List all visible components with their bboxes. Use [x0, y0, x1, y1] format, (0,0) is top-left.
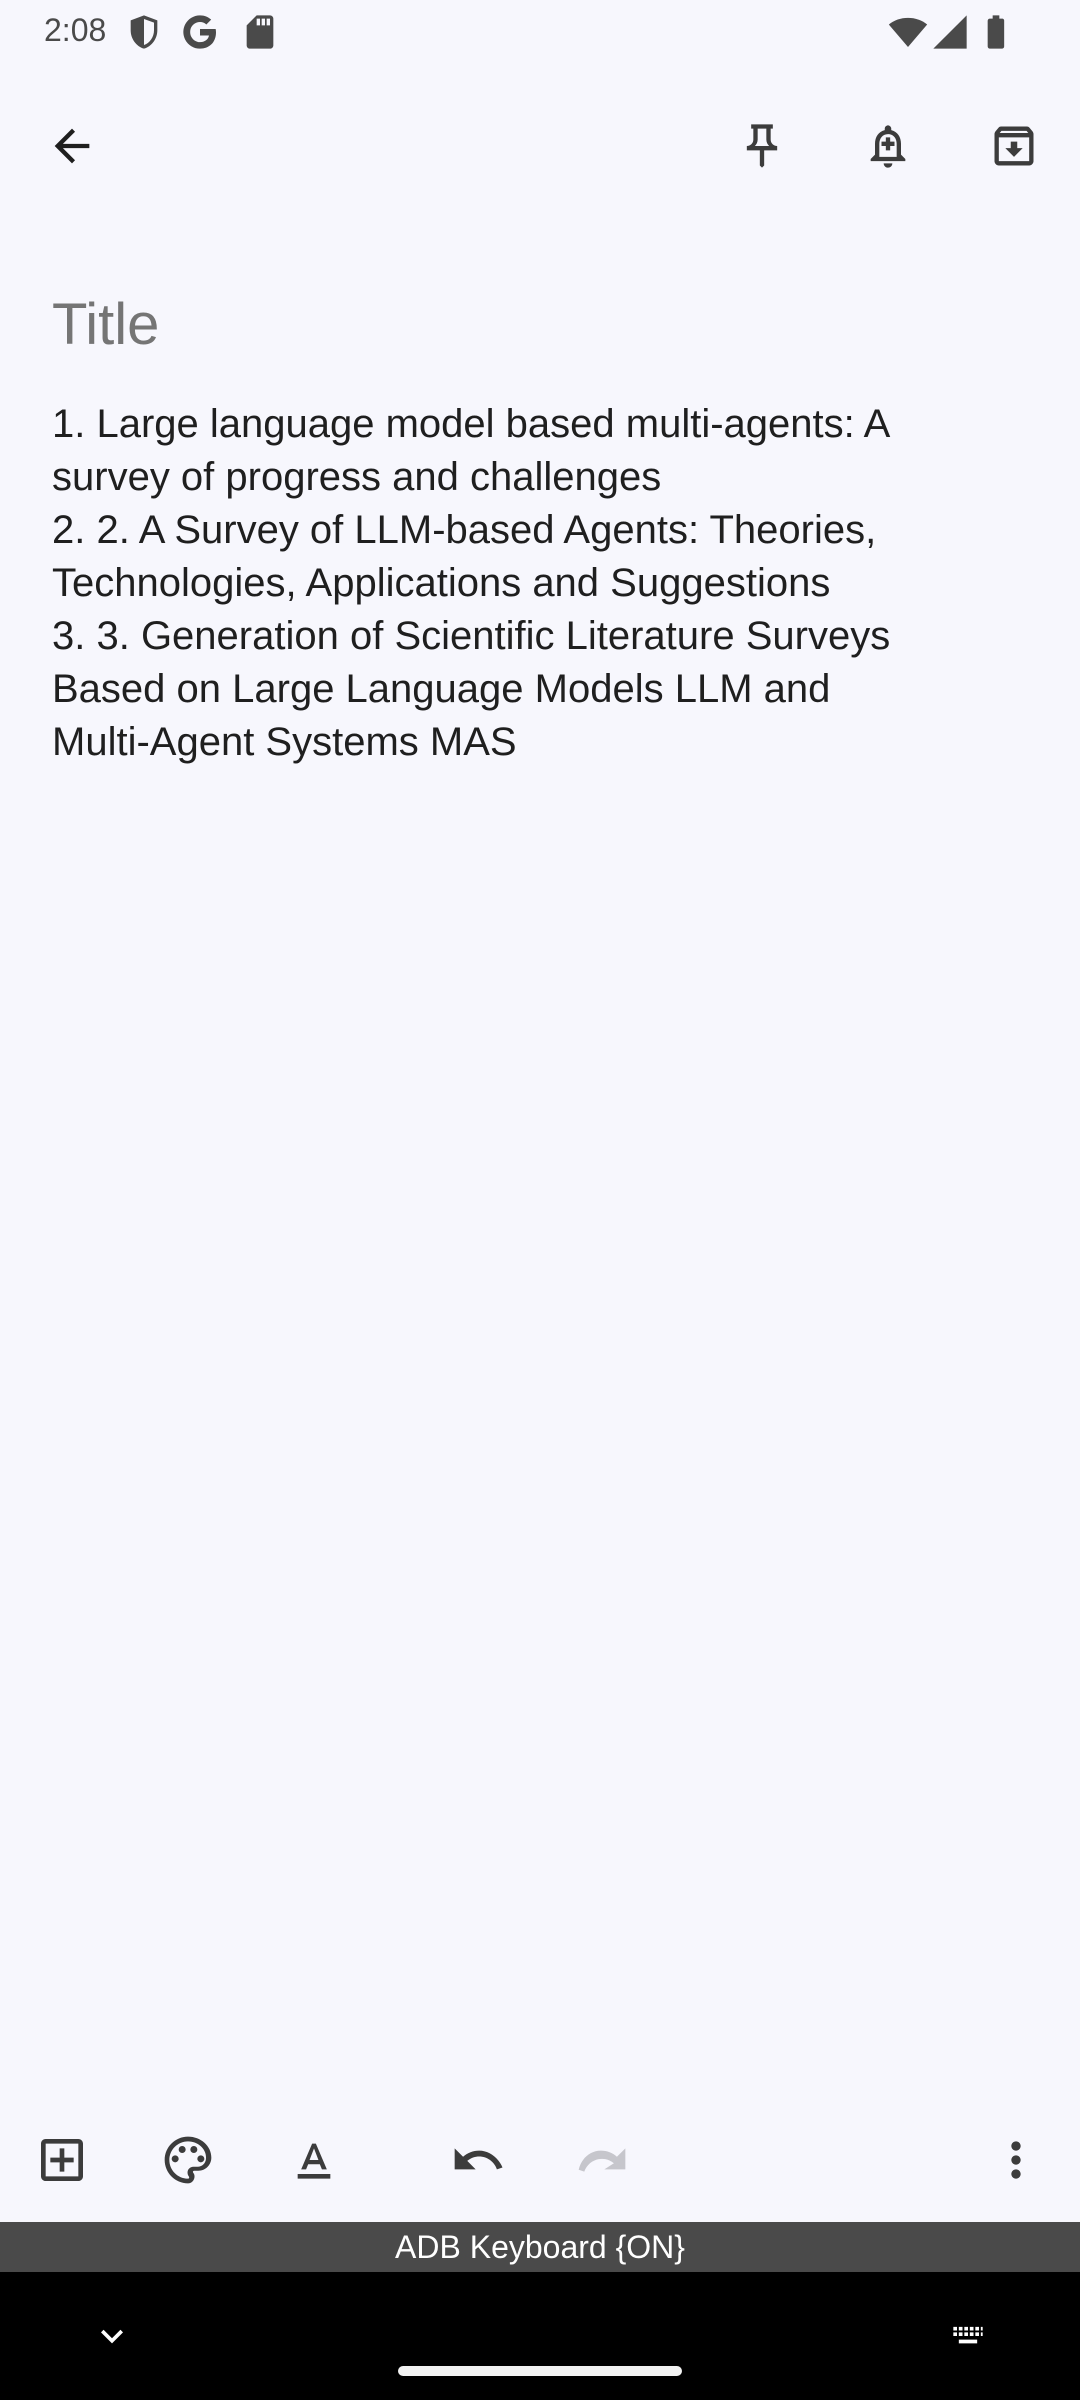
hide-keyboard-button[interactable] [72, 2296, 152, 2376]
status-time: 2:08 [44, 12, 107, 48]
archive-button[interactable] [966, 98, 1062, 194]
chevron-down-icon [101, 2329, 123, 2344]
note-body-text[interactable]: 1. Large language model based multi-agen… [52, 398, 1032, 769]
home-gesture-handle[interactable] [398, 2366, 682, 2376]
back-arrow-icon [54, 128, 90, 164]
editor-toolbar [0, 2110, 1080, 2210]
undo-button[interactable] [428, 2110, 528, 2210]
keyboard-status-banner: ADB Keyboard {ON} [0, 2222, 1080, 2272]
keyboard-icon [953, 2326, 983, 2344]
navigation-bar [0, 2272, 1080, 2400]
redo-button[interactable] [552, 2110, 652, 2210]
pin-icon [746, 124, 778, 168]
reminder-bell-icon [870, 125, 906, 168]
undo-icon [454, 2148, 503, 2170]
sd-card-icon [240, 12, 280, 52]
wifi-icon [888, 12, 928, 52]
background-color-button[interactable] [138, 2110, 238, 2210]
shield-icon [124, 12, 164, 52]
note-title-input[interactable] [52, 290, 1032, 360]
more-options-button[interactable] [966, 2110, 1066, 2210]
google-g-icon [180, 12, 220, 52]
text-format-button[interactable] [264, 2110, 364, 2210]
add-box-icon [41, 2139, 83, 2181]
status-bar: 2:08 [0, 0, 1080, 62]
back-button[interactable] [24, 98, 120, 194]
reminder-button[interactable] [840, 98, 936, 194]
app-bar [0, 86, 1080, 206]
add-content-button[interactable] [12, 2110, 112, 2210]
palette-icon [164, 2136, 212, 2184]
redo-icon [578, 2148, 626, 2172]
archive-icon [994, 126, 1034, 166]
pin-button[interactable] [714, 98, 810, 194]
more-vert-icon [1011, 2141, 1021, 2179]
cell-signal-icon [930, 12, 970, 52]
text-format-icon [297, 2143, 331, 2179]
battery-icon [976, 12, 1016, 52]
switch-keyboard-button[interactable] [928, 2296, 1008, 2376]
